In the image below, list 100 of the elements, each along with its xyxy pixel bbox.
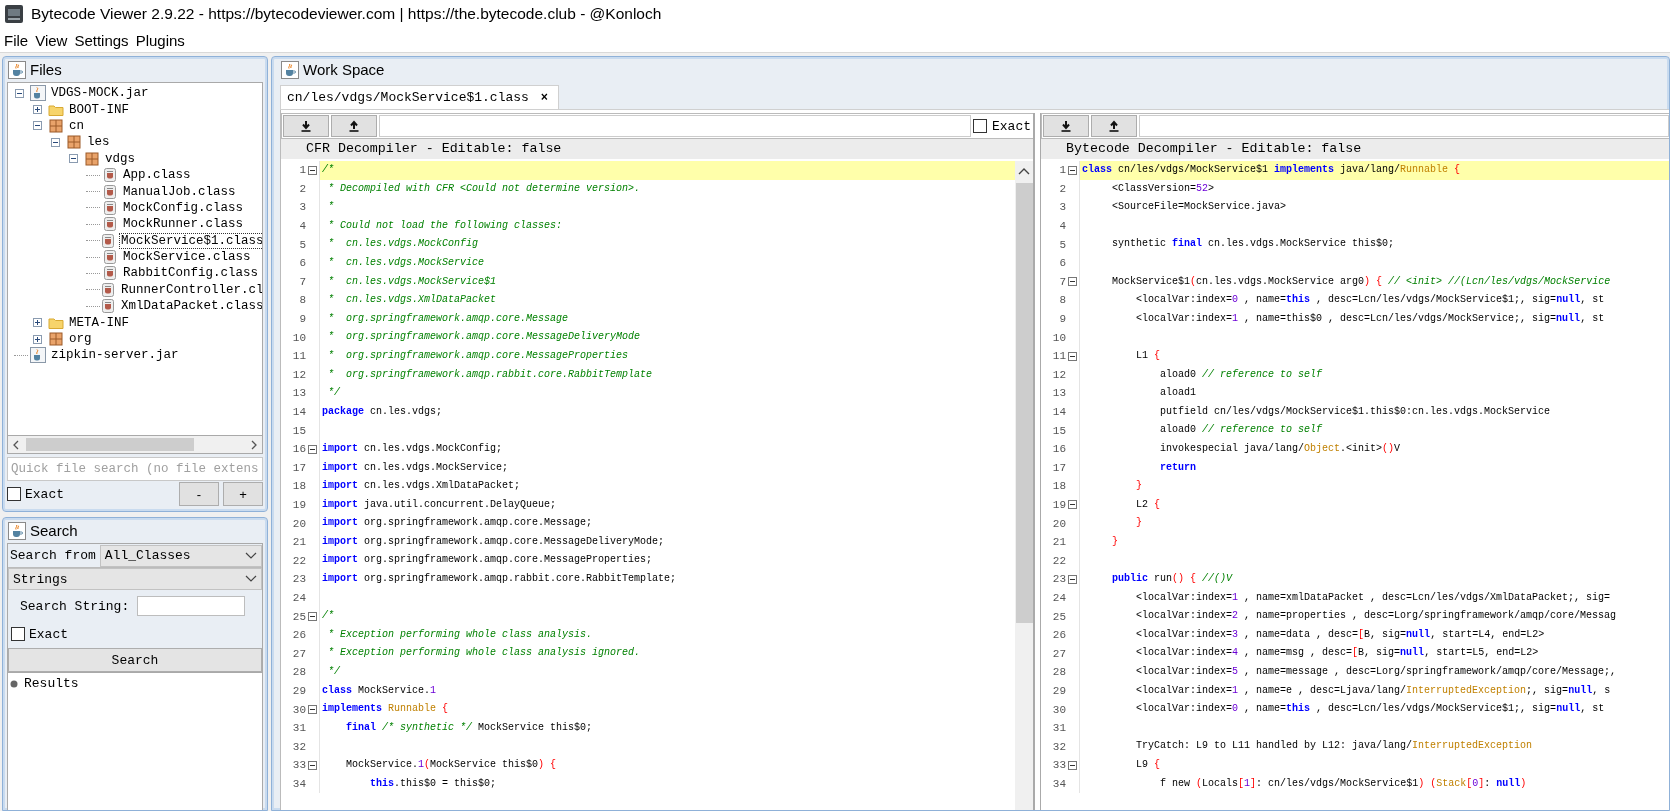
tree-item[interactable]: VDGS-MOCK.jar bbox=[49, 85, 151, 102]
scrollbar[interactable] bbox=[1015, 161, 1033, 810]
coffee-cup-icon bbox=[30, 85, 46, 102]
code-line: } bbox=[1111, 534, 1119, 549]
fold-icon[interactable] bbox=[1068, 574, 1077, 584]
scrollbar[interactable] bbox=[7, 436, 263, 454]
line-number: 30 bbox=[291, 703, 306, 716]
line-number: 9 bbox=[298, 313, 306, 326]
cup-icon bbox=[102, 249, 118, 266]
fold-icon[interactable] bbox=[308, 760, 317, 770]
upload-button[interactable] bbox=[1091, 115, 1137, 137]
line-number: 28 bbox=[291, 666, 306, 679]
line-number: 3 bbox=[298, 201, 306, 214]
tree-item[interactable]: RabbitConfig.class bbox=[121, 265, 261, 282]
tree-item[interactable]: les bbox=[85, 134, 112, 151]
exact-checkbox[interactable] bbox=[973, 119, 987, 133]
fold-icon[interactable] bbox=[308, 705, 317, 714]
expand-toggle[interactable] bbox=[33, 318, 42, 328]
tree-button[interactable]: - bbox=[179, 482, 219, 506]
line-number: 27 bbox=[291, 647, 306, 660]
line-number: 1 bbox=[1058, 164, 1066, 177]
fold-icon[interactable] bbox=[308, 612, 317, 622]
code-line: * org.springframework.amqp.core.MessageProperties bbox=[327, 348, 630, 363]
tree-item[interactable]: RunnerController.cl bbox=[119, 281, 262, 298]
tree-item[interactable]: vdgs bbox=[103, 150, 137, 167]
search-from-dropdown[interactable]: All_Classes bbox=[99, 544, 262, 567]
menu-item[interactable]: Settings bbox=[74, 31, 129, 49]
tree-item[interactable]: XmlDataPacket.class bbox=[119, 298, 262, 315]
cup-icon bbox=[102, 265, 118, 282]
menu-item[interactable]: Plugins bbox=[135, 31, 185, 49]
code-line: * org.springframework.amqp.rabbit.core.RabbitTemplate bbox=[327, 367, 654, 382]
line-number: 27 bbox=[1051, 647, 1066, 660]
expand-toggle[interactable] bbox=[15, 88, 24, 98]
search-button[interactable]: Search bbox=[8, 648, 262, 672]
find-field[interactable] bbox=[1139, 115, 1669, 137]
search-string-field[interactable] bbox=[137, 596, 246, 616]
line-number: 23 bbox=[291, 573, 306, 586]
download-button[interactable] bbox=[1043, 115, 1089, 137]
tree-item[interactable]: zipkin-server.jar bbox=[49, 347, 181, 364]
line-number: 5 bbox=[1058, 238, 1066, 251]
tree-item[interactable]: MockConfig.class bbox=[121, 199, 246, 216]
file-tab[interactable]: cn/les/vdgs/MockService$1.class × bbox=[280, 85, 560, 109]
line-number: 21 bbox=[1051, 536, 1066, 549]
tree-item[interactable]: org bbox=[67, 331, 94, 348]
line-number: 5 bbox=[298, 238, 306, 251]
expand-toggle[interactable] bbox=[33, 334, 42, 344]
fold-icon[interactable] bbox=[1068, 351, 1077, 361]
code-line: <ClassVersion=52> bbox=[1111, 181, 1216, 196]
expand-toggle[interactable] bbox=[33, 121, 42, 131]
tree-item[interactable]: META-INF bbox=[67, 314, 131, 331]
exact-label: Exact bbox=[25, 486, 64, 502]
tree-item[interactable]: BOOT-INF bbox=[67, 101, 131, 118]
download-button[interactable] bbox=[283, 115, 329, 137]
fold-icon[interactable] bbox=[308, 165, 317, 175]
fold-icon[interactable] bbox=[1068, 277, 1077, 287]
chevron-right-icon[interactable] bbox=[250, 439, 258, 450]
upload-button[interactable] bbox=[331, 115, 377, 137]
line-number: 32 bbox=[1051, 740, 1066, 753]
code-line: * cn.les.vdgs.XmlDataPacket bbox=[327, 293, 498, 308]
tree-item[interactable]: ManualJob.class bbox=[121, 183, 238, 200]
tree-item[interactable]: Results bbox=[24, 676, 79, 691]
expand-toggle[interactable] bbox=[69, 154, 78, 164]
line-number: 26 bbox=[1051, 629, 1066, 642]
line-number: 21 bbox=[291, 536, 306, 549]
fold-icon[interactable] bbox=[1068, 500, 1077, 510]
coffee-cup-icon bbox=[281, 60, 299, 79]
line-number: 8 bbox=[1058, 294, 1066, 307]
find-field[interactable] bbox=[379, 115, 971, 137]
line-number: 33 bbox=[291, 759, 306, 772]
menu-item[interactable]: View bbox=[35, 31, 68, 49]
menu-item[interactable]: File bbox=[4, 31, 29, 49]
expand-toggle[interactable] bbox=[51, 137, 60, 147]
tree-button[interactable]: + bbox=[223, 482, 263, 506]
package-icon bbox=[48, 331, 64, 348]
code-line: * Exception performing whole class analysis ignored. bbox=[327, 646, 642, 661]
chevron-left-icon[interactable] bbox=[12, 439, 20, 450]
expand-toggle[interactable] bbox=[33, 105, 42, 115]
chevron-up-icon[interactable] bbox=[1018, 167, 1030, 175]
exact-checkbox[interactable] bbox=[7, 487, 21, 501]
tree-item[interactable]: MockService.class bbox=[121, 249, 253, 266]
app-icon bbox=[5, 5, 23, 23]
exact-checkbox[interactable] bbox=[11, 627, 25, 641]
code-line: L9 { bbox=[1135, 758, 1162, 772]
tree-item[interactable]: App.class bbox=[121, 167, 193, 184]
code-line: <localVar:index=3 , name=data , desc=[B, sig=null, start=L4, end=L2> bbox=[1135, 627, 1546, 642]
close-tab-button[interactable]: × bbox=[540, 90, 549, 105]
tree-item[interactable]: cn bbox=[67, 117, 86, 134]
quick-search-field[interactable]: Quick file search (no file extens bbox=[7, 457, 263, 481]
code-line: /* bbox=[321, 609, 335, 624]
fold-icon[interactable] bbox=[308, 444, 317, 454]
fold-icon[interactable] bbox=[1068, 760, 1077, 770]
line-number: 18 bbox=[1051, 480, 1066, 493]
code-line: final /* synthetic */ MockService this$0; bbox=[345, 720, 594, 735]
line-number: 18 bbox=[291, 480, 306, 493]
fold-icon[interactable] bbox=[1068, 165, 1077, 175]
tree-item[interactable]: MockRunner.class bbox=[121, 216, 246, 233]
search-mode-dropdown[interactable]: Strings bbox=[8, 568, 262, 590]
code-line: aload0 // reference to self bbox=[1159, 367, 1324, 382]
tree-item[interactable]: MockService$1.class bbox=[119, 232, 262, 249]
code-line: import org.springframework.amqp.core.Message; bbox=[321, 516, 594, 531]
